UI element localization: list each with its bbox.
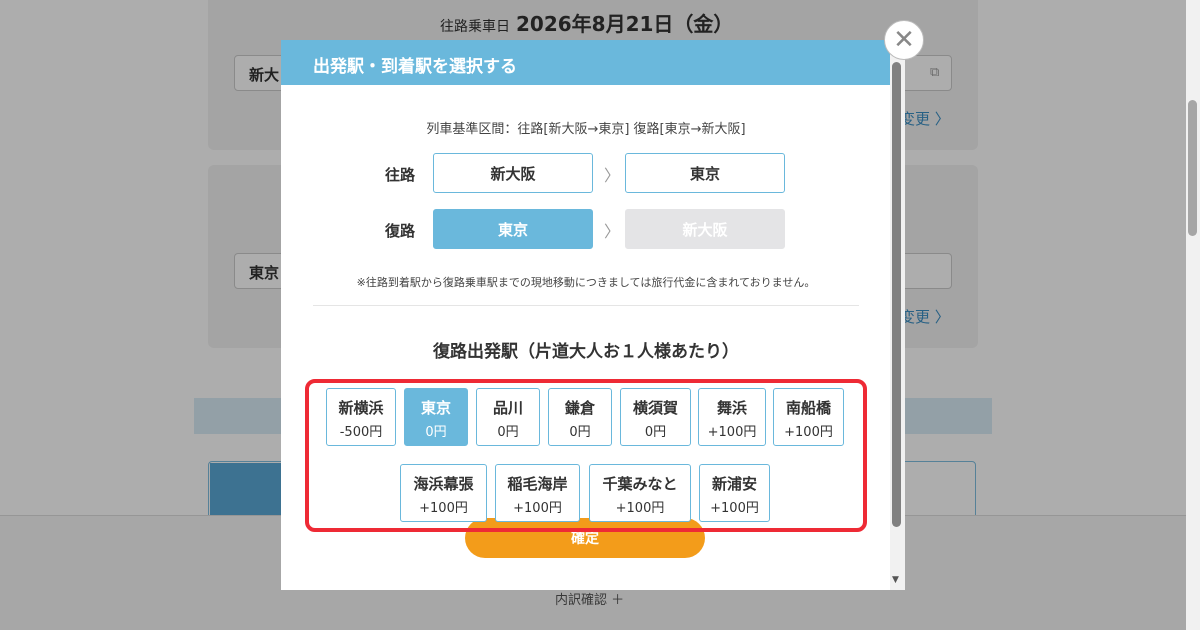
station-option-selected[interactable]: 東京 0円 [404, 388, 468, 446]
station-option[interactable]: 鎌倉 0円 [548, 388, 612, 446]
section-info: 列車基準区間：往路[新大阪→東京] 復路[東京→新大阪] [426, 122, 746, 137]
station-select-modal: 出発駅・到着駅を選択する 列車基準区間：往路[新大阪→東京] 復路[東京→新大阪… [281, 40, 905, 590]
close-button[interactable]: ✕ [884, 20, 924, 60]
return-from-station[interactable]: 東京 [433, 209, 593, 249]
chevron-right-icon: 〉 [604, 222, 621, 241]
outbound-label: 往路 [385, 166, 416, 184]
return-to-station: 新大阪 [625, 209, 785, 249]
station-option[interactable]: 稲毛海岸 +100円 [495, 464, 580, 522]
page-scrollbar[interactable] [1186, 0, 1200, 630]
station-option[interactable]: 品川 0円 [476, 388, 540, 446]
station-option[interactable]: 舞浜 +100円 [698, 388, 766, 446]
travel-note: ※往路到着駅から復路乗車駅までの現地移動につきましては旅行代金に含まれておりませ… [356, 276, 816, 289]
station-option[interactable]: 海浜幕張 +100円 [400, 464, 487, 522]
outbound-from-station[interactable]: 新大阪 [433, 153, 593, 193]
station-option[interactable]: 南船橋 +100円 [773, 388, 844, 446]
return-label: 復路 [385, 222, 416, 240]
station-option[interactable]: 横須賀 0円 [620, 388, 691, 446]
station-option[interactable]: 千葉みなと +100円 [589, 464, 691, 522]
divider [313, 305, 859, 306]
page-scrollbar-thumb[interactable] [1188, 100, 1197, 236]
close-icon: ✕ [893, 25, 915, 55]
scroll-down-icon[interactable]: ▼ [892, 575, 899, 585]
return-departure-title: 復路出発駅（片道大人お１人様あたり） [433, 342, 739, 362]
modal-title: 出発駅・到着駅を選択する [281, 40, 905, 85]
station-option[interactable]: 新浦安 +100円 [699, 464, 770, 522]
chevron-right-icon: 〉 [604, 166, 621, 185]
outbound-to-station[interactable]: 東京 [625, 153, 785, 193]
station-option[interactable]: 新横浜 -500円 [326, 388, 396, 446]
modal-scrollbar-thumb[interactable] [892, 62, 901, 527]
